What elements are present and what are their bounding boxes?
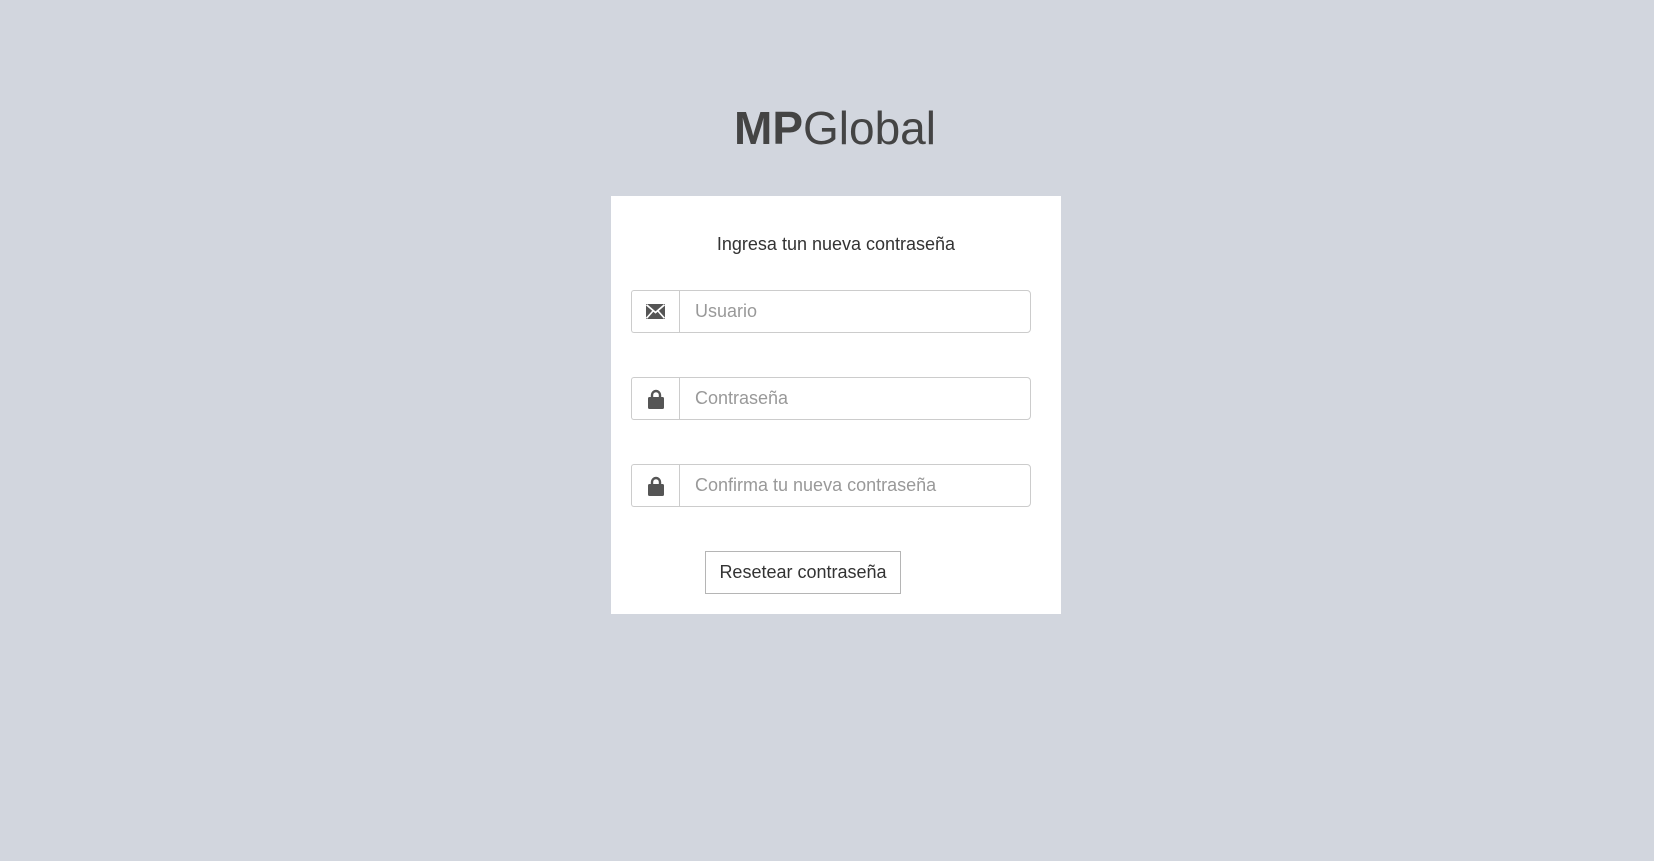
form-message: Ingresa tun nueva contraseña	[716, 234, 956, 254]
app-logo: MPGlobal	[0, 100, 1654, 156]
confirm-password-input[interactable]	[679, 464, 1031, 507]
logo-regular-text: Global	[803, 102, 936, 154]
password-input-group	[631, 377, 1031, 420]
reset-password-button[interactable]: Resetear contraseña	[705, 551, 901, 594]
confirm-password-input-group	[631, 464, 1031, 507]
password-input[interactable]	[679, 377, 1031, 420]
user-input-group	[631, 290, 1031, 333]
username-input[interactable]	[679, 290, 1031, 333]
lock-icon	[631, 464, 679, 507]
envelope-icon	[631, 290, 679, 333]
lock-icon	[631, 377, 679, 420]
logo-bold-text: MP	[734, 102, 804, 154]
reset-password-box: Ingresa tun nueva contraseña Usuario Res…	[611, 196, 1061, 614]
